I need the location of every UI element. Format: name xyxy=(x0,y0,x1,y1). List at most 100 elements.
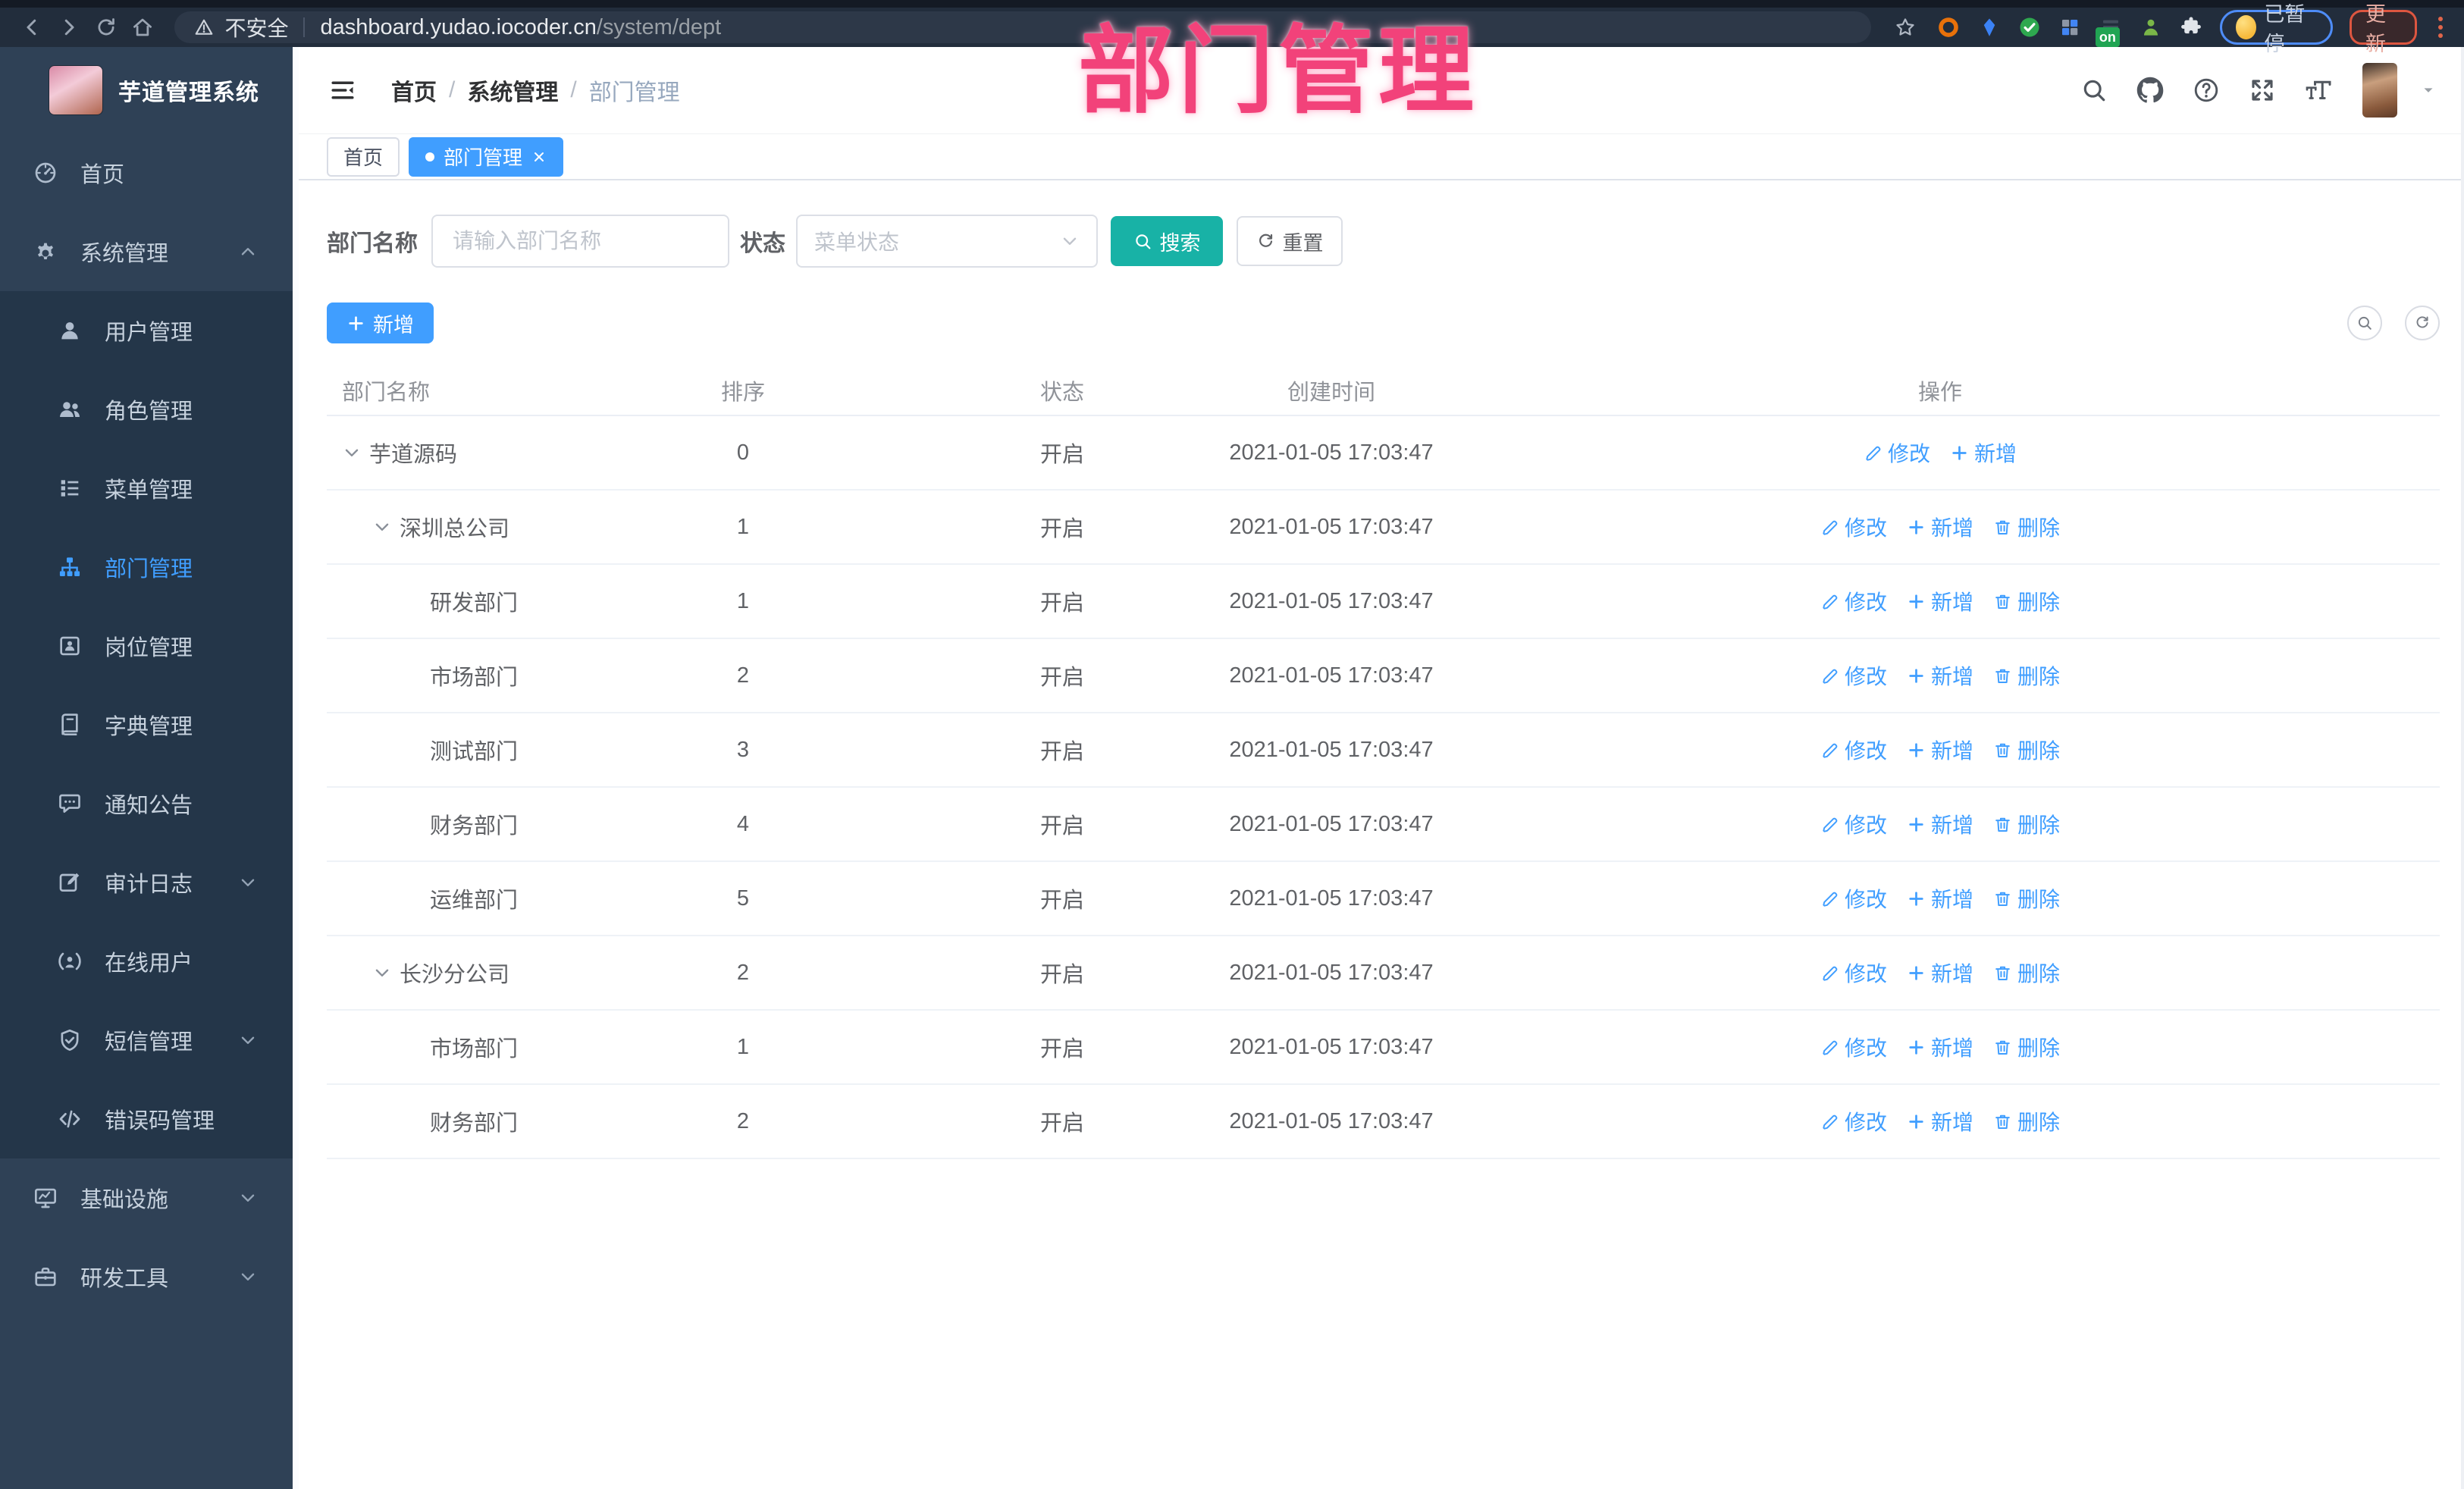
dept-name-cell: 市场部门 xyxy=(327,638,584,713)
sidebar-item-菜单管理[interactable]: 菜单管理 xyxy=(0,449,293,528)
extension-person-icon[interactable] xyxy=(2139,14,2162,41)
action-修改[interactable]: 修改 xyxy=(1864,437,1930,468)
toggle-search-button[interactable] xyxy=(2347,306,2382,340)
action-删除[interactable]: 删除 xyxy=(1993,809,2060,839)
help-icon[interactable] xyxy=(2190,74,2223,107)
search-button[interactable]: 搜索 xyxy=(1111,216,1223,266)
action-label: 修改 xyxy=(1844,591,1887,614)
sidebar-scrollbar[interactable] xyxy=(293,47,299,1489)
sidebar-item-label: 短信管理 xyxy=(105,1030,193,1055)
tab-首页[interactable]: 首页 xyxy=(327,136,400,177)
sidebar-item-错误码管理[interactable]: 错误码管理 xyxy=(0,1080,293,1158)
user-avatar[interactable] xyxy=(2362,63,2397,118)
github-icon[interactable] xyxy=(2133,74,2167,107)
extension-orange-icon[interactable] xyxy=(1936,14,1960,41)
browser-home-button[interactable] xyxy=(127,11,158,44)
tab-部门管理[interactable]: 部门管理 xyxy=(409,136,564,177)
action-删除[interactable]: 删除 xyxy=(1993,1106,2060,1136)
action-删除[interactable]: 删除 xyxy=(1993,1032,2060,1062)
dept-table: 部门名称 排序 状态 创建时间 操作 芋道源码 0 开启 2021-01-05 17:03:4… xyxy=(327,365,2440,1159)
tree-expand-icon xyxy=(372,517,392,537)
sidebar-item-研发工具[interactable]: 研发工具 xyxy=(0,1237,293,1316)
sidebar-item-label: 字典管理 xyxy=(105,715,193,739)
app-logo-row[interactable]: 芋道管理系统 xyxy=(0,47,293,133)
url-bar[interactable]: 不安全 dashboard.yudao.iocoder.cn/system/de… xyxy=(174,11,1872,43)
extensions-puzzle-icon[interactable] xyxy=(2180,14,2203,41)
content-scrollbar[interactable] xyxy=(2461,47,2464,1489)
browser-reload-button[interactable] xyxy=(90,11,121,44)
browser-back-button[interactable] xyxy=(17,11,48,44)
action-删除[interactable]: 删除 xyxy=(1993,735,2060,765)
action-新增[interactable]: 新增 xyxy=(1950,437,2017,468)
action-label: 删除 xyxy=(2017,665,2061,688)
extension-green-check-icon[interactable] xyxy=(2017,14,2041,41)
action-修改[interactable]: 修改 xyxy=(1820,586,1887,616)
add-dept-button[interactable]: 新增 xyxy=(327,303,434,343)
status-cell: 开启 xyxy=(902,713,1222,788)
action-新增[interactable]: 新增 xyxy=(1907,958,1973,988)
table-row: 财务部门 2 开启 2021-01-05 17:03:47 修改 新增 删除 xyxy=(327,1084,2440,1159)
sidebar-item-用户管理[interactable]: 用户管理 xyxy=(0,291,293,370)
font-size-icon[interactable] xyxy=(2302,74,2335,107)
edit-icon xyxy=(1820,518,1839,537)
browser-menu-kebab-icon[interactable] xyxy=(2434,17,2447,38)
action-label: 删除 xyxy=(2017,516,2061,540)
action-修改[interactable]: 修改 xyxy=(1820,809,1887,839)
chevron-down-icon xyxy=(238,1267,258,1287)
browser-update-button[interactable]: 更新 xyxy=(2349,3,2417,55)
audit-log-icon xyxy=(58,870,82,895)
action-新增[interactable]: 新增 xyxy=(1907,586,1973,616)
sidebar-item-系统管理[interactable]: 系统管理 xyxy=(0,212,293,291)
sidebar-item-角色管理[interactable]: 角色管理 xyxy=(0,370,293,449)
breadcrumb-item[interactable]: 首页 xyxy=(391,74,437,107)
extension-grid-icon[interactable] xyxy=(2058,14,2082,41)
sidebar-item-基础设施[interactable]: 基础设施 xyxy=(0,1158,293,1237)
dept-name-input[interactable] xyxy=(431,215,729,268)
add-icon xyxy=(1907,815,1926,834)
paused-profile-chip[interactable]: 已暂停 xyxy=(2219,3,2333,55)
action-删除[interactable]: 删除 xyxy=(1993,512,2060,542)
breadcrumb-item[interactable]: 系统管理 xyxy=(467,74,558,107)
fullscreen-icon[interactable] xyxy=(2246,74,2279,107)
action-新增[interactable]: 新增 xyxy=(1907,512,1973,542)
action-新增[interactable]: 新增 xyxy=(1907,809,1973,839)
action-新增[interactable]: 新增 xyxy=(1907,883,1973,914)
action-删除[interactable]: 删除 xyxy=(1993,958,2060,988)
sidebar-item-首页[interactable]: 首页 xyxy=(0,133,293,212)
extension-blue-drop-icon[interactable] xyxy=(1977,14,2001,41)
action-修改[interactable]: 修改 xyxy=(1820,1106,1887,1136)
sidebar-item-岗位管理[interactable]: 岗位管理 xyxy=(0,607,293,685)
action-修改[interactable]: 修改 xyxy=(1820,660,1887,691)
status-cell: 开启 xyxy=(902,490,1222,565)
action-修改[interactable]: 修改 xyxy=(1820,883,1887,914)
action-删除[interactable]: 删除 xyxy=(1993,586,2060,616)
reset-button[interactable]: 重置 xyxy=(1237,216,1343,266)
browser-forward-button[interactable] xyxy=(54,11,85,44)
sidebar-item-字典管理[interactable]: 字典管理 xyxy=(0,685,293,764)
action-新增[interactable]: 新增 xyxy=(1907,735,1973,765)
sidebar-toggle-button[interactable] xyxy=(326,74,359,107)
breadcrumb-separator: / xyxy=(570,77,577,102)
action-修改[interactable]: 修改 xyxy=(1820,512,1887,542)
extension-rows-icon[interactable]: on xyxy=(2095,14,2122,47)
sidebar-item-部门管理[interactable]: 部门管理 xyxy=(0,528,293,607)
action-修改[interactable]: 修改 xyxy=(1820,735,1887,765)
action-新增[interactable]: 新增 xyxy=(1907,660,1973,691)
sidebar-item-短信管理[interactable]: 短信管理 xyxy=(0,1001,293,1080)
user-menu-caret-icon[interactable] xyxy=(2420,82,2437,99)
sidebar-item-通知公告[interactable]: 通知公告 xyxy=(0,764,293,843)
action-新增[interactable]: 新增 xyxy=(1907,1032,1973,1062)
bookmark-star-icon[interactable] xyxy=(1891,11,1920,44)
action-修改[interactable]: 修改 xyxy=(1820,958,1887,988)
header-search-icon[interactable] xyxy=(2077,74,2111,107)
sidebar-item-label: 用户管理 xyxy=(105,321,193,345)
refresh-table-button[interactable] xyxy=(2405,306,2440,340)
sidebar-item-在线用户[interactable]: 在线用户 xyxy=(0,922,293,1001)
action-删除[interactable]: 删除 xyxy=(1993,660,2060,691)
sidebar-item-审计日志[interactable]: 审计日志 xyxy=(0,843,293,922)
status-select[interactable]: 菜单状态 xyxy=(796,215,1098,268)
action-新增[interactable]: 新增 xyxy=(1907,1106,1973,1136)
action-删除[interactable]: 删除 xyxy=(1993,883,2060,914)
action-修改[interactable]: 修改 xyxy=(1820,1032,1887,1062)
app-logo xyxy=(49,65,103,115)
